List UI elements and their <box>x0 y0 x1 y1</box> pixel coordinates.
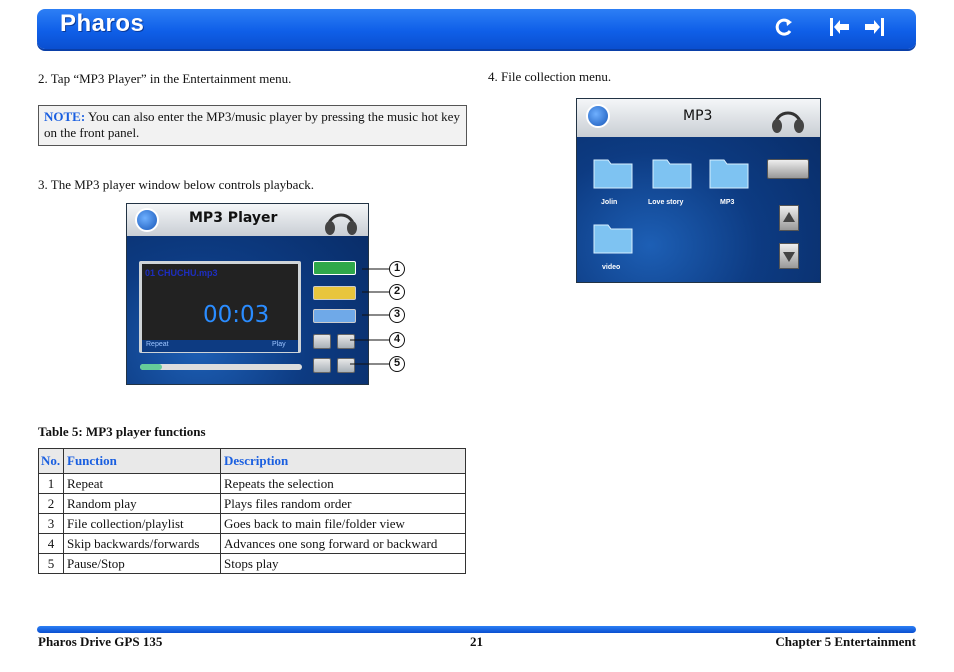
footer-bar <box>37 626 916 633</box>
callout-1: 1 <box>389 261 405 277</box>
cell-description: Stops play <box>220 553 466 574</box>
folder-label: Jolin <box>601 199 618 206</box>
track-name: 01 CHUCHU.mp3 <box>145 268 218 278</box>
cell-no: 3 <box>38 513 64 534</box>
note-text: You can also enter the MP3/music player … <box>44 109 460 140</box>
folder-label: video <box>602 264 621 271</box>
table-row: 4 Skip backwards/forwards Advances one s… <box>38 533 466 554</box>
cell-description: Goes back to main file/folder view <box>220 513 466 534</box>
prev-page-icon[interactable] <box>829 17 851 37</box>
cell-function: Skip backwards/forwards <box>63 533 221 554</box>
callout-5: 5 <box>389 356 405 372</box>
table-row: 3 File collection/playlist Goes back to … <box>38 513 466 534</box>
cell-no: 5 <box>38 553 64 574</box>
folder-label: Love story <box>648 199 684 206</box>
callout-3: 3 <box>389 307 405 323</box>
callout-4: 4 <box>389 332 405 348</box>
player-title: MP3 Player <box>189 210 278 226</box>
lcd-display: 01 CHUCHU.mp3 00:03 Repeat Play <box>139 261 301 353</box>
table-header-row: No. Function Description <box>38 448 466 474</box>
mode-label: Repeat <box>146 341 169 348</box>
cell-description: Plays files random order <box>220 493 466 514</box>
home-icon <box>586 104 610 128</box>
step-2-text: 2. Tap “MP3 Player” in the Entertainment… <box>38 71 292 86</box>
note-box: NOTE: You can also enter the MP3/music p… <box>38 105 467 146</box>
folder-icon[interactable] <box>708 154 750 190</box>
footer-product: Pharos Drive GPS 135 <box>38 634 163 649</box>
table-caption: Table 5: MP3 player functions <box>38 424 206 439</box>
folder-icon[interactable] <box>592 219 634 255</box>
scroll-down-button[interactable] <box>779 243 799 269</box>
folder-icon[interactable] <box>651 154 693 190</box>
cell-no: 1 <box>38 473 64 494</box>
progress-track[interactable] <box>140 364 302 370</box>
next-page-icon[interactable] <box>863 17 885 37</box>
col-header-no: No. <box>38 448 64 474</box>
cell-function: File collection/playlist <box>63 513 221 534</box>
functions-table: No. Function Description 1 Repeat Repeat… <box>38 448 466 574</box>
table-row: 2 Random play Plays files random order <box>38 493 466 514</box>
callout-lines <box>350 268 389 365</box>
table-row: 5 Pause/Stop Stops play <box>38 553 466 574</box>
table-row: 1 Repeat Repeats the selection <box>38 473 466 494</box>
note-label: NOTE: <box>44 109 86 124</box>
footer-chapter: Chapter 5 Entertainment <box>775 634 916 649</box>
step-4-text: 4. File collection menu. <box>488 69 612 84</box>
header-title: Pharos <box>60 10 145 37</box>
state-label: Play <box>272 341 286 348</box>
file-collection-screenshot: MP3 Jolin Love story MP3 video <box>576 98 821 283</box>
headphone-icon <box>325 213 357 235</box>
time-display: 00:03 <box>203 302 270 328</box>
step-3-text: 3. The MP3 player window below controls … <box>38 177 314 192</box>
cell-function: Pause/Stop <box>63 553 221 574</box>
col-header-function: Function <box>63 448 221 474</box>
cell-description: Repeats the selection <box>220 473 466 494</box>
scroll-up-button[interactable] <box>779 205 799 231</box>
headphone-icon <box>772 111 804 133</box>
page-number: 21 <box>470 634 483 649</box>
back-arrow-icon[interactable] <box>774 17 796 37</box>
cell-no: 4 <box>38 533 64 554</box>
col-header-description: Description <box>220 448 466 474</box>
up-folder-button[interactable] <box>767 159 809 179</box>
cell-function: Repeat <box>63 473 221 494</box>
callout-2: 2 <box>389 284 405 300</box>
folder-label: MP3 <box>720 199 735 206</box>
folder-icon[interactable] <box>592 154 634 190</box>
cell-no: 2 <box>38 493 64 514</box>
filemenu-title: MP3 <box>683 108 713 124</box>
home-icon <box>135 208 159 232</box>
cell-function: Random play <box>63 493 221 514</box>
cell-description: Advances one song forward or backward <box>220 533 466 554</box>
